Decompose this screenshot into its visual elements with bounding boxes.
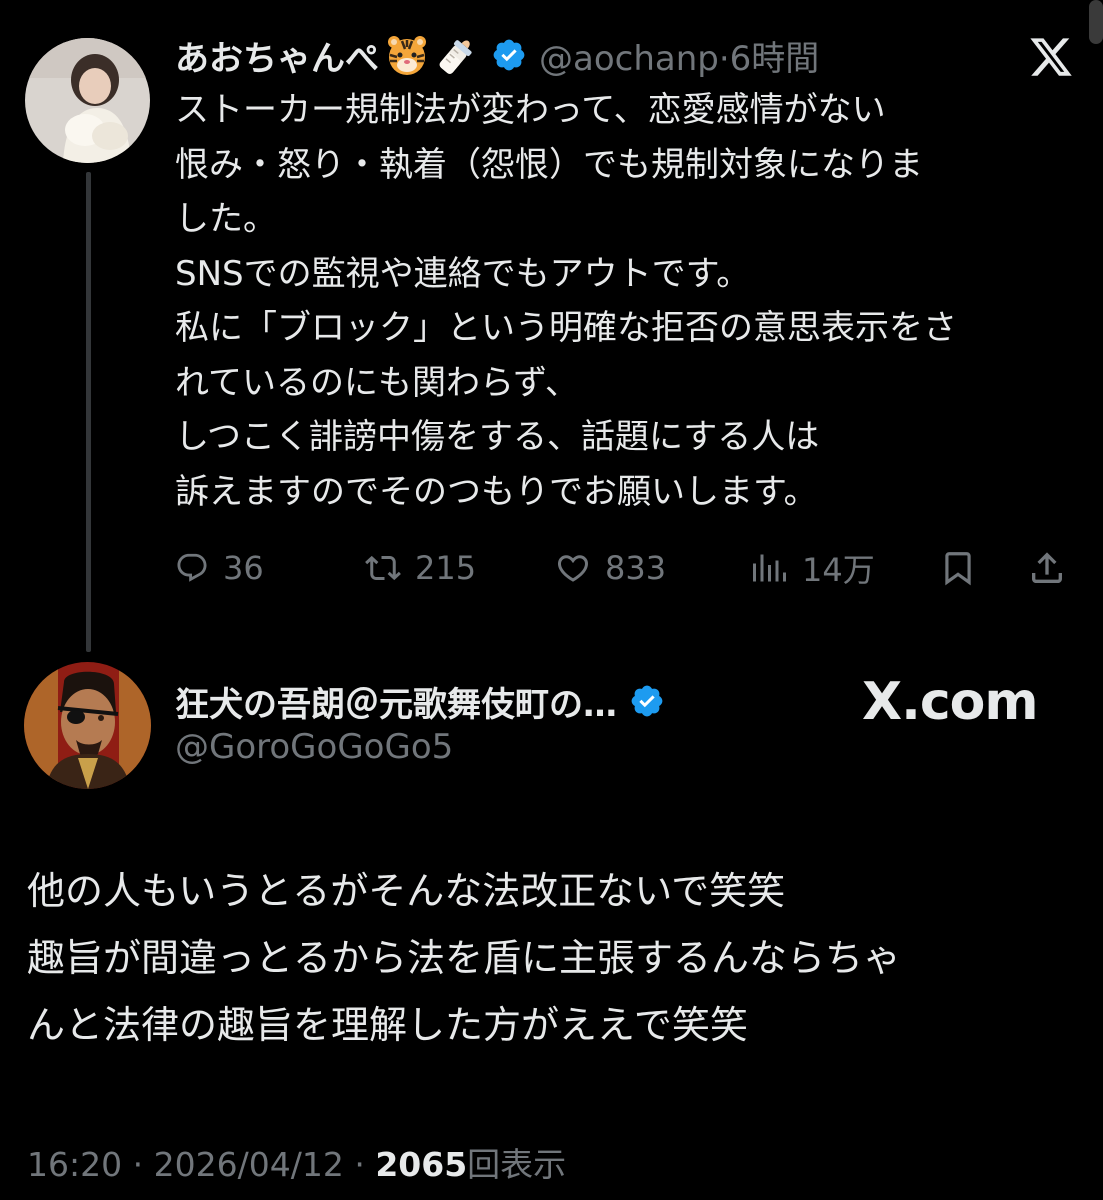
view-count: 14万: [802, 551, 875, 589]
view-label: 回表示: [467, 1145, 567, 1184]
tweet-text-line: 他の人もいうとるがそんな法改正ないで笑笑: [27, 869, 786, 913]
tweet-text-line: んと法律の趣旨を理解した方がええで笑笑: [27, 1003, 748, 1047]
share-button[interactable]: [1027, 540, 1081, 596]
views-button[interactable]: 14万: [748, 540, 875, 596]
separator: ·: [354, 1145, 365, 1184]
reply-count: 36: [223, 549, 264, 587]
display-name[interactable]: あおちゃんぺ: [175, 31, 379, 80]
repost-count: 215: [415, 549, 477, 587]
like-icon: [557, 555, 589, 582]
repost-button[interactable]: 215: [365, 540, 476, 596]
handle[interactable]: @aochanp·6時間: [539, 31, 819, 80]
view-count: 2065: [375, 1145, 468, 1184]
display-name[interactable]: 狂犬の吾朗＠元歌舞伎町の…: [175, 677, 617, 726]
tweet-text-line: 趣旨が間違っとるから法を盾に主張するんならちゃ: [27, 936, 902, 980]
tweet-text: ストーカー規制法が変わって、恋愛感情がない 恨み・怒り・執着（怨恨）でも規制対象…: [175, 83, 1075, 519]
tweet-header: あおちゃんぺ @aochanp·6時間: [175, 30, 819, 80]
tweet-text-line: ストーカー規制法が変わって、恋愛感情がない: [175, 90, 886, 130]
like-count: 833: [605, 549, 667, 587]
reply-button[interactable]: 36: [175, 540, 264, 596]
repost-icon: [365, 555, 401, 581]
separator: ·: [132, 1145, 144, 1184]
tweet-text-line: した。: [175, 199, 277, 239]
tweet-text-line: しつこく誹謗中傷をする、話題にする人は: [175, 417, 820, 457]
handle[interactable]: @GoroGoGoGo5: [175, 727, 453, 767]
tweet-text-line: 恨み・怒り・執着（怨恨）でも規制対象になりま: [175, 144, 923, 185]
verified-badge-icon: [629, 683, 665, 719]
action-bar: 36 215 833 14万: [175, 540, 1075, 596]
x-logo-icon[interactable]: [1028, 34, 1074, 80]
tweet-header: 狂犬の吾朗＠元歌舞伎町の…: [175, 677, 665, 725]
reply-icon: [177, 553, 207, 582]
avatar[interactable]: [24, 662, 151, 789]
baby-bottle-emoji-icon: [435, 33, 479, 77]
verified-badge-icon: [491, 37, 527, 73]
date[interactable]: 2026/04/12: [154, 1145, 344, 1184]
tweet-meta: 16:20 · 2026/04/12 · 2065回表示: [27, 1138, 566, 1186]
views-icon: [753, 554, 786, 582]
tweet-text-line: 訴えますのでそのつもりでお願いします。: [175, 471, 818, 512]
tweet-text: 他の人もいうとるがそんな法改正ないで笑笑 趣旨が間違っとるから法を盾に主張するん…: [27, 858, 1087, 1059]
timestamp[interactable]: 16:20: [27, 1145, 122, 1184]
tweet-text-line: 私に「ブロック」という明確な拒否の意思表示をさ: [175, 308, 957, 348]
x-com-brand: X.com: [862, 672, 1039, 732]
like-button[interactable]: 833: [555, 540, 666, 596]
bookmark-button[interactable]: [939, 540, 991, 596]
scrollbar[interactable]: [1089, 0, 1103, 44]
thread-line: [86, 172, 91, 652]
tweet-text-line: れているのにも関わらず、: [175, 362, 579, 403]
tiger-emoji-icon: [385, 33, 429, 77]
bookmark-icon: [945, 552, 971, 586]
tweet-text-line: SNSでの監視や連絡でもアウトです。: [175, 253, 751, 294]
avatar[interactable]: [25, 38, 150, 163]
share-icon: [1032, 552, 1062, 583]
